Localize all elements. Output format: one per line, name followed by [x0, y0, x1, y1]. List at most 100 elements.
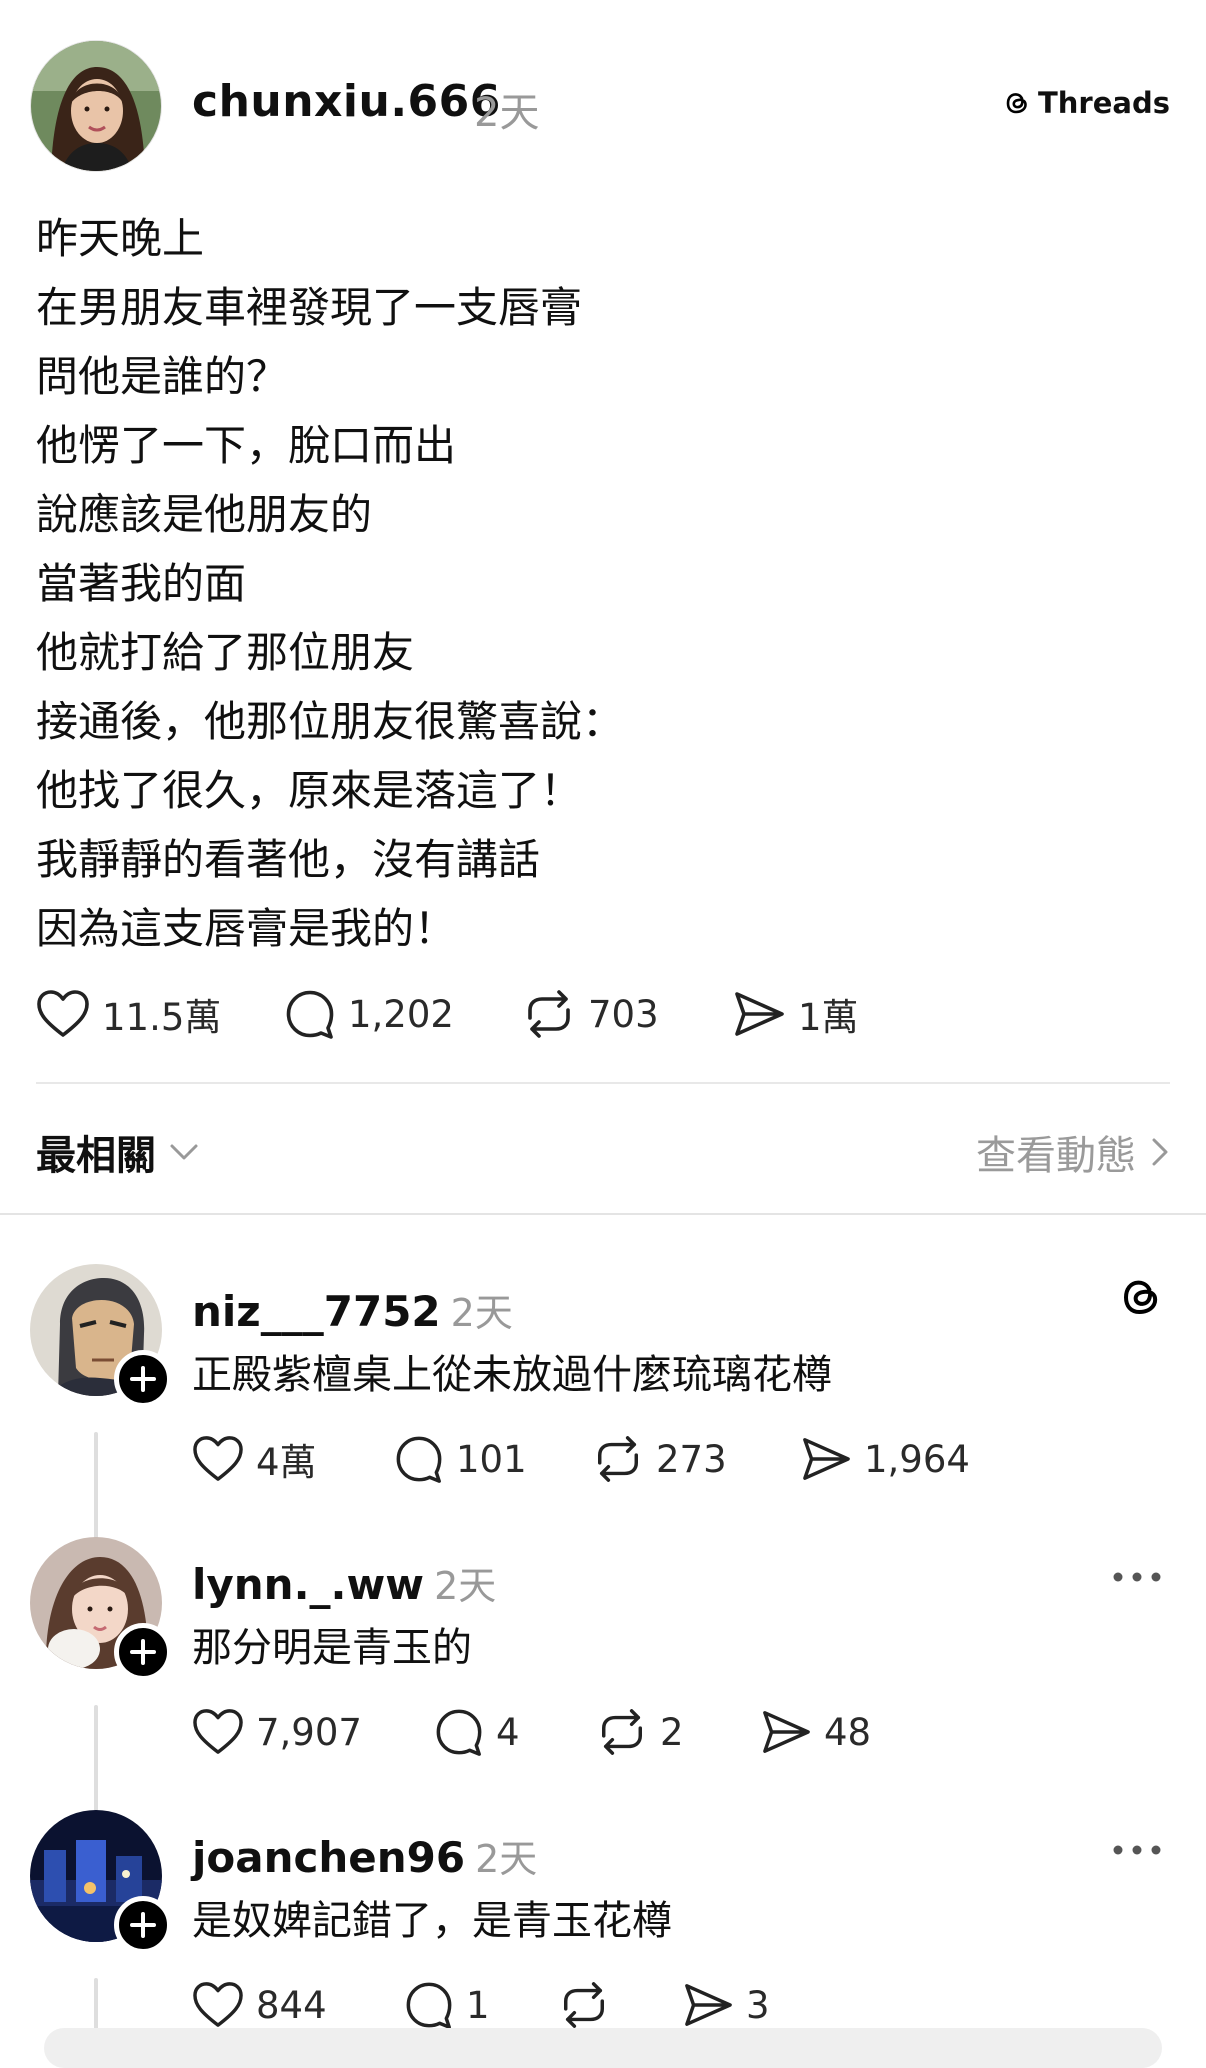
- send-icon: [760, 1708, 812, 1756]
- like-count: 7,907: [256, 1710, 362, 1754]
- share-count: 1,964: [864, 1437, 970, 1481]
- post-text-line: 他就打給了那位朋友: [36, 628, 415, 677]
- follow-button[interactable]: [114, 1350, 172, 1408]
- heart-icon: [192, 1981, 244, 2029]
- like-button[interactable]: 4萬: [192, 1432, 394, 1486]
- reply-item: joanchen96 2天 是奴婢記錯了，是青玉花樽 844 1 3: [0, 1810, 1206, 2040]
- reply-text: 是奴婢記錯了，是青玉花樽: [192, 1898, 672, 1944]
- send-icon: [800, 1435, 852, 1483]
- comment-button[interactable]: 101: [394, 1434, 592, 1484]
- reply-actions: 4萬 101 273 1,964: [192, 1429, 970, 1489]
- comment-button[interactable]: 4: [434, 1707, 596, 1757]
- reply-actions: 7,907 4 2 48: [192, 1702, 871, 1762]
- sort-label: 最相關: [36, 1133, 156, 1179]
- reply-username-row: joanchen96 2天: [192, 1828, 537, 1883]
- comment-icon: [394, 1434, 444, 1484]
- post-actions: 11.5萬 1,202 703 1萬: [36, 984, 859, 1044]
- share-button[interactable]: 1,964: [800, 1435, 970, 1483]
- chevron-down-icon: [168, 1142, 200, 1162]
- send-icon: [682, 1981, 734, 2029]
- like-count: 11.5萬: [102, 996, 222, 1039]
- reply-username-row: niz___7752 2天: [192, 1282, 513, 1337]
- reply-timestamp: 2天: [450, 1291, 513, 1335]
- post-text-line: 問他是誰的？: [36, 352, 289, 401]
- divider: [0, 1213, 1206, 1215]
- more-icon[interactable]: [1112, 1844, 1162, 1856]
- comment-count: 4: [496, 1710, 520, 1754]
- view-activity-link[interactable]: 查看動態: [976, 1123, 1170, 1181]
- post-text-line: 在男朋友車裡發現了一支唇膏: [36, 283, 583, 332]
- comment-count: 101: [456, 1437, 527, 1481]
- view-activity-label: 查看動態: [976, 1133, 1136, 1179]
- repost-button[interactable]: 273: [592, 1434, 800, 1484]
- post-timestamp: 2天: [474, 90, 540, 136]
- threads-source-badge[interactable]: Threads: [1002, 86, 1170, 120]
- comment-button[interactable]: 1: [404, 1980, 558, 2030]
- follow-button[interactable]: [114, 1896, 172, 1954]
- author-avatar[interactable]: [30, 40, 162, 172]
- share-count: 48: [824, 1710, 872, 1754]
- repost-count: 703: [588, 992, 659, 1036]
- reply-text: 那分明是青玉的: [192, 1625, 472, 1671]
- threads-label: Threads: [1038, 86, 1170, 120]
- comment-count: 1,202: [348, 992, 454, 1036]
- reply-username[interactable]: joanchen96: [192, 1833, 465, 1882]
- post-text-line: 他找了很久，原來是落這了！: [36, 766, 583, 815]
- reply-timestamp: 2天: [475, 1837, 538, 1881]
- follow-button[interactable]: [114, 1623, 172, 1681]
- threads-icon: [1002, 88, 1032, 118]
- like-button[interactable]: 11.5萬: [36, 987, 284, 1041]
- comment-icon: [434, 1707, 484, 1757]
- comment-count: 1: [466, 1983, 490, 2027]
- sort-row: 最相關 查看動態: [36, 1120, 1170, 1184]
- more-icon[interactable]: [1112, 1571, 1162, 1583]
- like-button[interactable]: 7,907: [192, 1708, 434, 1756]
- like-count: 4萬: [256, 1441, 317, 1484]
- reply-text: 正殿紫檀桌上從未放過什麼琉璃花樽: [192, 1352, 832, 1398]
- share-button[interactable]: 3: [682, 1981, 770, 2029]
- post-text-line: 昨天晚上: [36, 214, 205, 263]
- divider: [36, 1082, 1170, 1084]
- reply-username[interactable]: niz___7752: [192, 1287, 441, 1336]
- share-button[interactable]: 1萬: [732, 987, 859, 1041]
- repost-button[interactable]: [558, 1980, 682, 2030]
- reply-username[interactable]: lynn._.ww: [192, 1560, 424, 1609]
- like-button[interactable]: 844: [192, 1981, 404, 2029]
- repost-icon: [596, 1707, 648, 1757]
- repost-icon: [522, 988, 576, 1040]
- post-text-line: 當著我的面: [36, 559, 247, 608]
- heart-icon: [192, 1435, 244, 1483]
- comment-icon: [284, 988, 336, 1040]
- heart-icon: [192, 1708, 244, 1756]
- comment-icon: [404, 1980, 454, 2030]
- repost-button[interactable]: 2: [596, 1707, 760, 1757]
- heart-icon: [36, 989, 90, 1039]
- comment-button[interactable]: 1,202: [284, 988, 522, 1040]
- repost-button[interactable]: 703: [522, 988, 732, 1040]
- sort-dropdown[interactable]: 最相關: [36, 1123, 200, 1181]
- post-text-line: 接通後，他那位朋友很驚喜說：: [36, 697, 625, 746]
- threads-icon[interactable]: [1116, 1272, 1166, 1322]
- reply-item: niz___7752 2天 正殿紫檀桌上從未放過什麼琉璃花樽 4萬 101 273…: [0, 1264, 1206, 1542]
- share-count: 1萬: [798, 996, 859, 1039]
- thread-line: [94, 1432, 98, 1542]
- reply-composer-bar[interactable]: [44, 2028, 1162, 2068]
- reply-timestamp: 2天: [434, 1564, 497, 1608]
- post-body: 昨天晚上 在男朋友車裡發現了一支唇膏 問他是誰的？ 他愣了一下，脫口而出 說應該…: [36, 204, 1136, 963]
- chevron-right-icon: [1150, 1136, 1170, 1168]
- share-count: 3: [746, 1983, 770, 2027]
- repost-count: 2: [660, 1710, 684, 1754]
- post-text-line: 我靜靜的看著他，沒有講話: [36, 835, 541, 884]
- repost-count: 273: [656, 1437, 727, 1481]
- repost-icon: [558, 1980, 610, 2030]
- repost-icon: [592, 1434, 644, 1484]
- reply-actions: 844 1 3: [192, 1975, 770, 2035]
- reply-username-row: lynn._.ww 2天: [192, 1555, 496, 1610]
- send-icon: [732, 989, 786, 1039]
- post-username[interactable]: chunxiu.666: [192, 76, 501, 127]
- reply-item: lynn._.ww 2天 那分明是青玉的 7,907 4 2 48: [0, 1537, 1206, 1815]
- post-text-line: 說應該是他朋友的: [36, 490, 373, 539]
- thread-line: [94, 1705, 98, 1815]
- post-text-line: 因為這支唇膏是我的！: [36, 904, 457, 953]
- share-button[interactable]: 48: [760, 1708, 871, 1756]
